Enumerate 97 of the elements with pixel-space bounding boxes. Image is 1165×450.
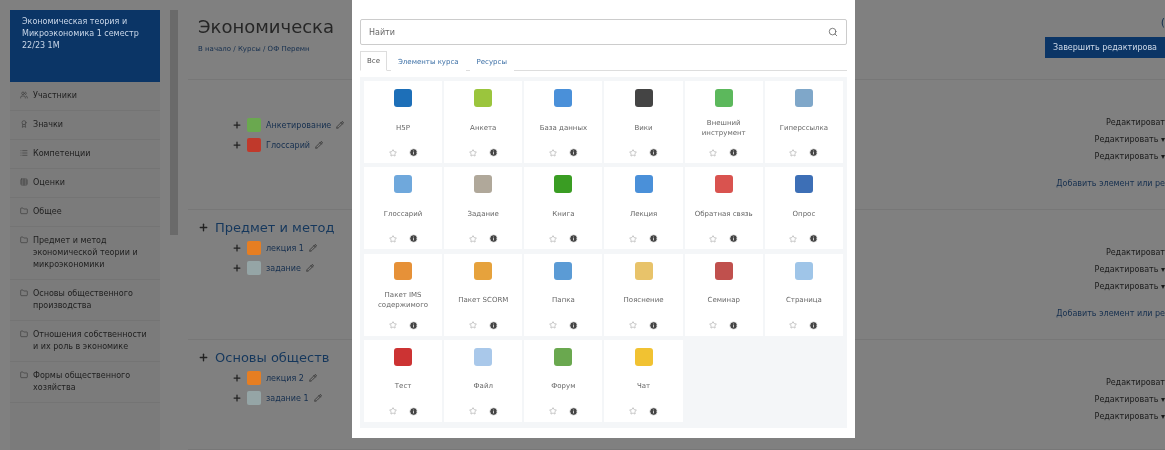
sidebar-item[interactable]: Компетенции xyxy=(10,140,160,169)
sidebar-item[interactable]: Участники xyxy=(10,82,160,111)
star-icon[interactable] xyxy=(548,407,557,416)
star-icon[interactable] xyxy=(468,407,477,416)
info-icon[interactable] xyxy=(729,320,739,330)
section-edit-label: Редактироват xyxy=(1105,118,1165,127)
info-icon[interactable] xyxy=(809,320,819,330)
star-icon[interactable] xyxy=(709,321,718,329)
info-icon[interactable] xyxy=(408,320,418,330)
star-icon[interactable] xyxy=(388,148,397,157)
folder-icon xyxy=(20,289,28,297)
sidebar-item[interactable]: Основы общественного производства xyxy=(10,280,160,321)
info-icon[interactable] xyxy=(568,320,578,330)
star-icon[interactable] xyxy=(468,148,477,157)
star-icon[interactable] xyxy=(468,321,477,329)
info-icon[interactable] xyxy=(408,234,418,244)
sidebar-item[interactable]: Предмет и метод экономической теории и микроэкономики xyxy=(10,227,160,280)
move-icon[interactable] xyxy=(232,140,242,150)
star-icon[interactable] xyxy=(629,234,638,243)
section-title: Предмет и метод xyxy=(215,220,335,235)
move-icon[interactable] xyxy=(232,373,242,383)
move-icon[interactable] xyxy=(232,263,242,273)
activity-link[interactable]: задание xyxy=(266,263,301,273)
folder-icon xyxy=(20,207,28,215)
star-icon[interactable] xyxy=(388,321,397,329)
edit-menu[interactable]: Редактировать ▾ xyxy=(1094,152,1165,161)
section-edit-label: Редактироват xyxy=(1105,378,1165,387)
info-icon[interactable] xyxy=(488,320,498,330)
info-icon[interactable] xyxy=(488,234,498,244)
info-icon[interactable] xyxy=(809,148,819,157)
sidebar-item[interactable]: Оценки xyxy=(10,169,160,198)
course-title[interactable]: Экономическая теория и Микроэкономика 1 семестр 22/23 1М xyxy=(10,10,160,82)
section-title: Основы обществ xyxy=(215,350,330,365)
pencil-icon[interactable] xyxy=(313,394,322,402)
activity-link[interactable]: Глоссарий xyxy=(266,140,311,150)
star-icon[interactable] xyxy=(789,148,798,157)
edit-menu[interactable]: Редактировать ▾ xyxy=(1094,265,1165,274)
move-icon[interactable] xyxy=(232,243,242,253)
star-icon[interactable] xyxy=(388,234,397,243)
info-icon[interactable] xyxy=(568,406,578,416)
info-icon[interactable] xyxy=(408,148,418,157)
star-icon[interactable] xyxy=(548,321,557,329)
move-icon[interactable] xyxy=(232,120,242,130)
page-title: Экономическа xyxy=(198,16,335,37)
top-link[interactable]: ( xyxy=(1160,16,1165,29)
info-icon[interactable] xyxy=(568,148,578,157)
info-icon[interactable] xyxy=(408,406,418,416)
star-icon[interactable] xyxy=(709,148,718,157)
star-icon[interactable] xyxy=(789,234,798,243)
pencil-icon[interactable] xyxy=(308,244,317,252)
info-icon[interactable] xyxy=(649,148,659,157)
section-edit-label: Редактироват xyxy=(1105,248,1165,257)
info-icon[interactable] xyxy=(649,320,659,330)
star-icon[interactable] xyxy=(468,234,477,243)
sidebar-item[interactable]: Значки xyxy=(10,111,160,140)
search-icon xyxy=(828,27,838,37)
move-icon[interactable] xyxy=(198,222,209,233)
info-icon[interactable] xyxy=(809,234,819,244)
edit-mode-button[interactable]: Завершить редактирова xyxy=(1045,37,1165,58)
edit-menu[interactable]: Редактировать ▾ xyxy=(1094,282,1165,291)
star-icon[interactable] xyxy=(629,407,638,416)
activity-link[interactable]: Анкетирование xyxy=(266,120,332,130)
folder-icon xyxy=(20,330,28,338)
info-icon[interactable] xyxy=(649,406,659,416)
star-icon[interactable] xyxy=(548,234,557,243)
search-field[interactable]: Найти xyxy=(360,19,847,45)
sidebar-item[interactable]: Общее xyxy=(10,198,160,227)
star-icon[interactable] xyxy=(629,148,638,157)
add-activity-link[interactable]: Добавить элемент или ре xyxy=(1056,179,1165,188)
star-icon[interactable] xyxy=(629,321,638,329)
sidebar-item[interactable]: Формы общественного хозяйства xyxy=(10,362,160,403)
folder-icon xyxy=(20,236,28,244)
star-icon[interactable] xyxy=(709,234,718,243)
pencil-icon[interactable] xyxy=(308,374,317,382)
edit-menu[interactable]: Редактировать ▾ xyxy=(1094,412,1165,421)
star-icon[interactable] xyxy=(789,321,798,329)
folder-icon xyxy=(20,371,28,379)
info-icon[interactable] xyxy=(568,234,578,244)
edit-menu[interactable]: Редактировать ▾ xyxy=(1094,135,1165,144)
info-icon[interactable] xyxy=(729,148,739,157)
add-activity-link[interactable]: Добавить элемент или ре xyxy=(1056,309,1165,318)
info-icon[interactable] xyxy=(729,234,739,244)
edit-menu[interactable]: Редактировать ▾ xyxy=(1094,395,1165,404)
info-icon[interactable] xyxy=(488,406,498,416)
pencil-icon[interactable] xyxy=(315,141,324,149)
move-icon[interactable] xyxy=(198,352,209,363)
pencil-icon[interactable] xyxy=(305,264,314,272)
pencil-icon[interactable] xyxy=(336,121,345,129)
activity-link[interactable]: лекция 1 xyxy=(266,243,304,253)
info-icon[interactable] xyxy=(488,148,498,157)
activity-link[interactable]: задание 1 xyxy=(266,393,309,403)
sidebar-item[interactable]: Отношения собственности и их роль в экономике xyxy=(10,321,160,362)
info-icon[interactable] xyxy=(649,234,659,244)
move-icon[interactable] xyxy=(232,393,242,403)
activity-link[interactable]: лекция 2 xyxy=(266,373,304,383)
star-icon[interactable] xyxy=(388,407,397,416)
star-icon[interactable] xyxy=(548,148,557,157)
